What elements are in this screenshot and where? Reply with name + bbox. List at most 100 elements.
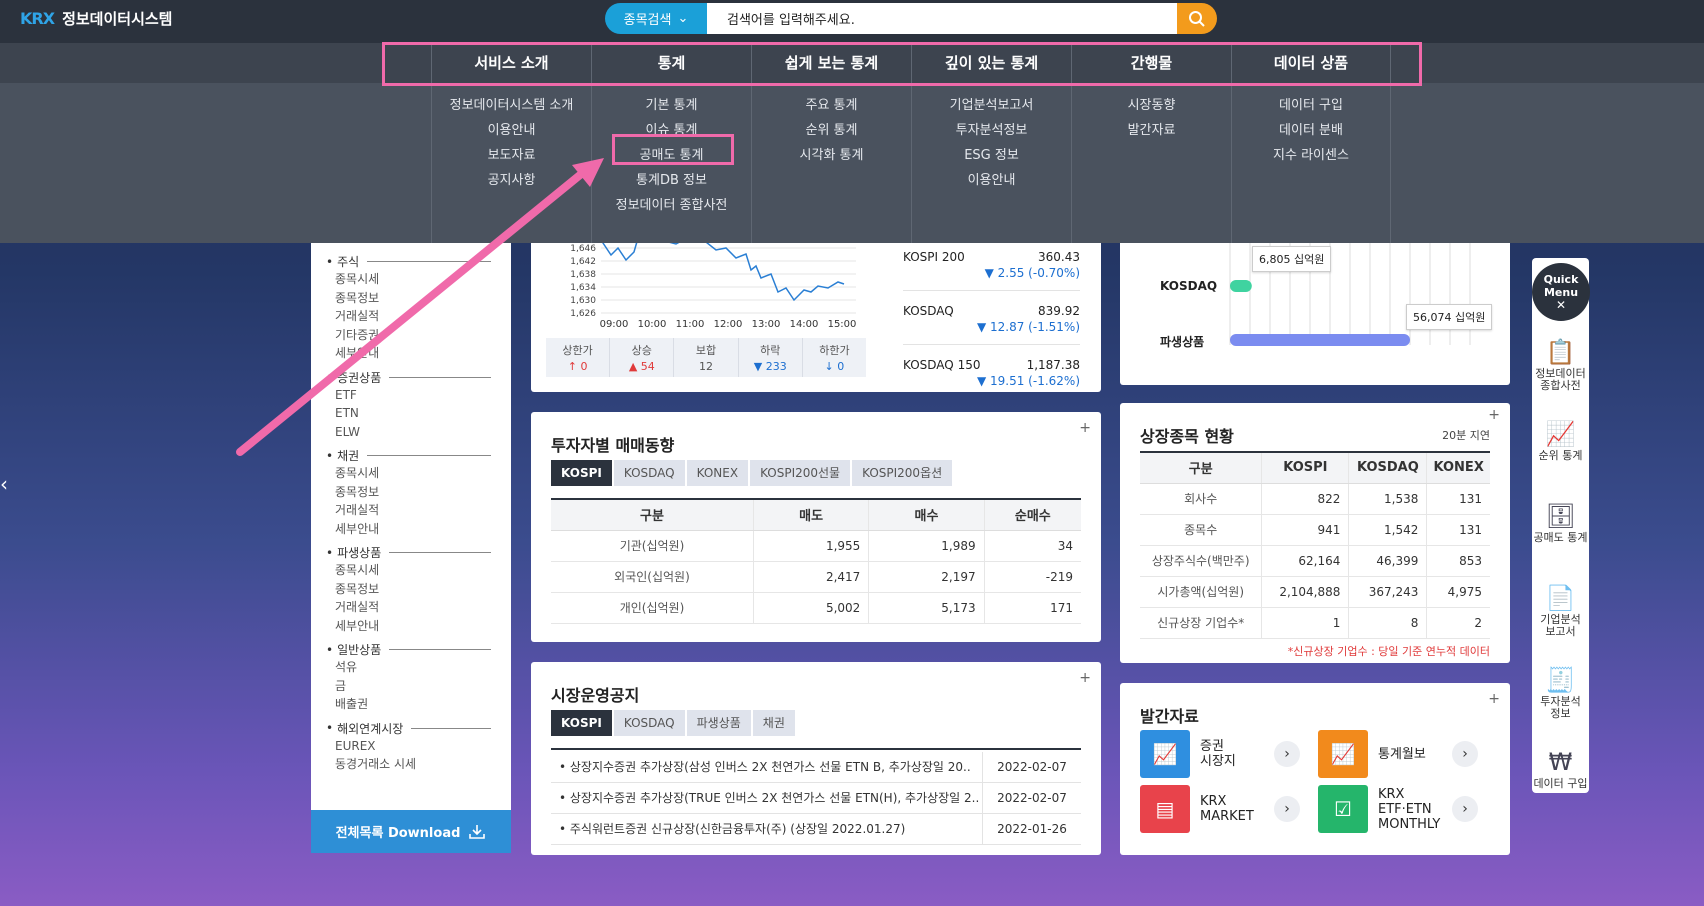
tab[interactable]: KONEX bbox=[686, 460, 749, 486]
sidebar-item[interactable]: 석유 bbox=[311, 658, 511, 677]
x-tick-label: 15:00 bbox=[828, 319, 857, 330]
notice-row[interactable]: • 상장지수증권 추가상장(삼성 인버스 2X 천연가스 선물 ETN B, 추… bbox=[551, 751, 1081, 783]
mega-menu-item[interactable]: 지수 라이센스 bbox=[1232, 143, 1390, 168]
sidebar-item[interactable]: ETF bbox=[311, 386, 511, 405]
sidebar-item[interactable]: ELW bbox=[311, 423, 511, 442]
sidebar-item[interactable]: 종목정보 bbox=[311, 580, 511, 599]
sidebar-item[interactable]: 종목시세 bbox=[311, 464, 511, 483]
chevron-right-icon[interactable]: › bbox=[1274, 741, 1300, 767]
table-row: 시가총액(십억원) 2,104,888 367,243 4,975 bbox=[1140, 576, 1490, 608]
mega-menu-item[interactable]: 시각화 통계 bbox=[752, 143, 911, 168]
index-row[interactable]: KOSDAQ 839.92 ▼ 12.87 (-1.51%) bbox=[903, 304, 1080, 334]
mega-menu-item[interactable]: 이용안내 bbox=[912, 168, 1071, 193]
publication-item[interactable]: ▤ KRX MARKET › bbox=[1140, 785, 1300, 833]
tab[interactable]: KOSDAQ bbox=[613, 710, 685, 736]
sidebar-category[interactable]: • 증권상품 bbox=[311, 369, 511, 386]
quick-menu-item[interactable]: ₩ 데이터 구입 bbox=[1532, 748, 1589, 790]
publication-item[interactable]: ☑ KRX ETF·ETN MONTHLY › bbox=[1318, 785, 1478, 833]
sidebar-item[interactable]: 종목정보 bbox=[311, 289, 511, 308]
tab[interactable]: 파생상품 bbox=[686, 710, 751, 736]
mega-menu-item[interactable]: 시장동향 bbox=[1072, 93, 1231, 118]
publication-item[interactable]: 📈 증권 시장지 › bbox=[1140, 730, 1300, 778]
sidebar-item[interactable]: 세부안내 bbox=[311, 617, 511, 636]
publication-item[interactable]: 📈 통계월보 › bbox=[1318, 730, 1478, 778]
notice-row[interactable]: • 상장지수증권 추가상장(TRUE 인버스 2X 천연가스 선물 ETN(H)… bbox=[551, 782, 1081, 814]
listing-more-button[interactable]: + bbox=[1488, 407, 1500, 423]
sidebar-item[interactable]: 거래실적 bbox=[311, 501, 511, 520]
quick-menu-item[interactable]: 🧾 투자분석 정보 bbox=[1532, 666, 1589, 720]
logo-mark: KRX bbox=[20, 9, 55, 28]
intraday-line bbox=[600, 235, 845, 302]
notice-more-button[interactable]: + bbox=[1079, 670, 1091, 686]
tab[interactable]: KOSPI bbox=[551, 460, 612, 486]
quick-menu-item[interactable]: 📈 순위 통계 bbox=[1532, 420, 1589, 462]
tab[interactable]: KOSDAQ bbox=[613, 460, 685, 486]
bullet-icon: • bbox=[326, 370, 334, 384]
sidebar-item[interactable]: 기타증권 bbox=[311, 326, 511, 345]
mega-menu-item[interactable]: 이용안내 bbox=[432, 118, 591, 143]
chevron-right-icon[interactable]: › bbox=[1452, 741, 1478, 767]
mega-menu-item[interactable]: 데이터 구입 bbox=[1232, 93, 1390, 118]
search-button[interactable] bbox=[1177, 3, 1217, 34]
mega-menu-item[interactable]: 투자분석정보 bbox=[912, 118, 1071, 143]
mega-menu-item[interactable]: 공지사항 bbox=[432, 168, 591, 193]
mega-menu-item[interactable]: ESG 정보 bbox=[912, 143, 1071, 168]
sidebar-item[interactable]: 배출권 bbox=[311, 695, 511, 714]
tab[interactable]: KOSPI bbox=[551, 710, 612, 736]
download-all-button[interactable]: 전체목록 Download bbox=[311, 810, 511, 853]
search-type-select[interactable]: 종목검색 ⌄ bbox=[605, 3, 707, 34]
sidebar-category[interactable]: • 파생상품 bbox=[311, 544, 511, 561]
sidebar-item[interactable]: 종목시세 bbox=[311, 270, 511, 289]
tab[interactable]: KOSPI200선물 bbox=[750, 460, 851, 486]
search-bar: 종목검색 ⌄ 검색어를 입력해주세요. bbox=[605, 3, 1217, 34]
mega-menu-item[interactable]: 순위 통계 bbox=[752, 118, 911, 143]
sidebar-item[interactable]: 세부안내 bbox=[311, 344, 511, 363]
quick-menu-item[interactable]: 🗄 공매도 통계 bbox=[1532, 502, 1589, 544]
updown-value: ▼ 233 bbox=[753, 360, 787, 373]
notice-row[interactable]: • 주식워런트증권 신규상장(신한금융투자(주) (상장일 2022.01.27… bbox=[551, 813, 1081, 845]
quick-menu-item[interactable]: 📋 정보데이터 종합사전 bbox=[1532, 338, 1589, 392]
volume-bar[interactable] bbox=[1230, 280, 1252, 292]
search-input[interactable]: 검색어를 입력해주세요. bbox=[707, 3, 1177, 34]
sidebar-item[interactable]: 세부안내 bbox=[311, 520, 511, 539]
mega-menu-item[interactable]: 주요 통계 bbox=[752, 93, 911, 118]
quick-menu-label: 데이터 구입 bbox=[1533, 777, 1588, 790]
sidebar-category[interactable]: • 일반상품 bbox=[311, 641, 511, 658]
quick-menu-item[interactable]: 📄 기업분석 보고서 bbox=[1532, 584, 1589, 638]
sidebar-category[interactable]: • 해외연계시장 bbox=[311, 720, 511, 737]
volume-tooltip: 6,805 십억원 bbox=[1252, 246, 1332, 272]
table-cell: 1,989 bbox=[868, 530, 985, 562]
investor-more-button[interactable]: + bbox=[1079, 420, 1091, 436]
publications-more-button[interactable]: + bbox=[1488, 691, 1500, 707]
quick-menu-toggle[interactable]: Quick Menu ✕ bbox=[1532, 263, 1590, 321]
mega-menu-item[interactable]: 데이터 분배 bbox=[1232, 118, 1390, 143]
mega-menu-item[interactable]: 정보데이터 종합사전 bbox=[592, 193, 751, 218]
mega-menu-item[interactable]: 보도자료 bbox=[432, 143, 591, 168]
sidebar-item[interactable]: 거래실적 bbox=[311, 307, 511, 326]
mega-menu-item[interactable]: 기본 통계 bbox=[592, 93, 751, 118]
tab[interactable]: KOSPI200옵션 bbox=[852, 460, 953, 486]
sidebar-item[interactable]: ETN bbox=[311, 404, 511, 423]
mega-menu-item[interactable]: 정보데이터시스템 소개 bbox=[432, 93, 591, 118]
sidebar-item[interactable]: 종목시세 bbox=[311, 561, 511, 580]
chevron-right-icon[interactable]: › bbox=[1274, 796, 1300, 822]
sidebar-item[interactable]: EUREX bbox=[311, 737, 511, 756]
table-cell: -219 bbox=[983, 561, 1081, 593]
index-row[interactable]: KOSDAQ 150 1,187.38 ▼ 19.51 (-1.62%) bbox=[903, 358, 1080, 388]
sidebar-item[interactable]: 동경거래소 시세 bbox=[311, 755, 511, 774]
table-cell: 367,243 bbox=[1348, 576, 1427, 608]
mega-menu-item[interactable]: 발간자료 bbox=[1072, 118, 1231, 143]
mega-menu-item[interactable]: 통계DB 정보 bbox=[592, 168, 751, 193]
mega-menu-item[interactable]: 기업분석보고서 bbox=[912, 93, 1071, 118]
sidebar-item[interactable]: 거래실적 bbox=[311, 598, 511, 617]
sidebar-category[interactable]: • 주식 bbox=[311, 253, 511, 270]
index-row[interactable]: KOSPI 200 360.43 ▼ 2.55 (-0.70%) bbox=[903, 250, 1080, 280]
krx-logo[interactable]: KRX 정보데이터시스템 bbox=[20, 8, 172, 29]
sidebar-item[interactable]: 금 bbox=[311, 677, 511, 696]
chevron-right-icon[interactable]: › bbox=[1452, 796, 1478, 822]
prev-slide-button[interactable]: ‹ bbox=[0, 468, 24, 500]
tab[interactable]: 채권 bbox=[752, 710, 795, 736]
sidebar-item[interactable]: 종목정보 bbox=[311, 483, 511, 502]
volume-bar[interactable] bbox=[1230, 334, 1410, 346]
sidebar-category[interactable]: • 채권 bbox=[311, 447, 511, 464]
